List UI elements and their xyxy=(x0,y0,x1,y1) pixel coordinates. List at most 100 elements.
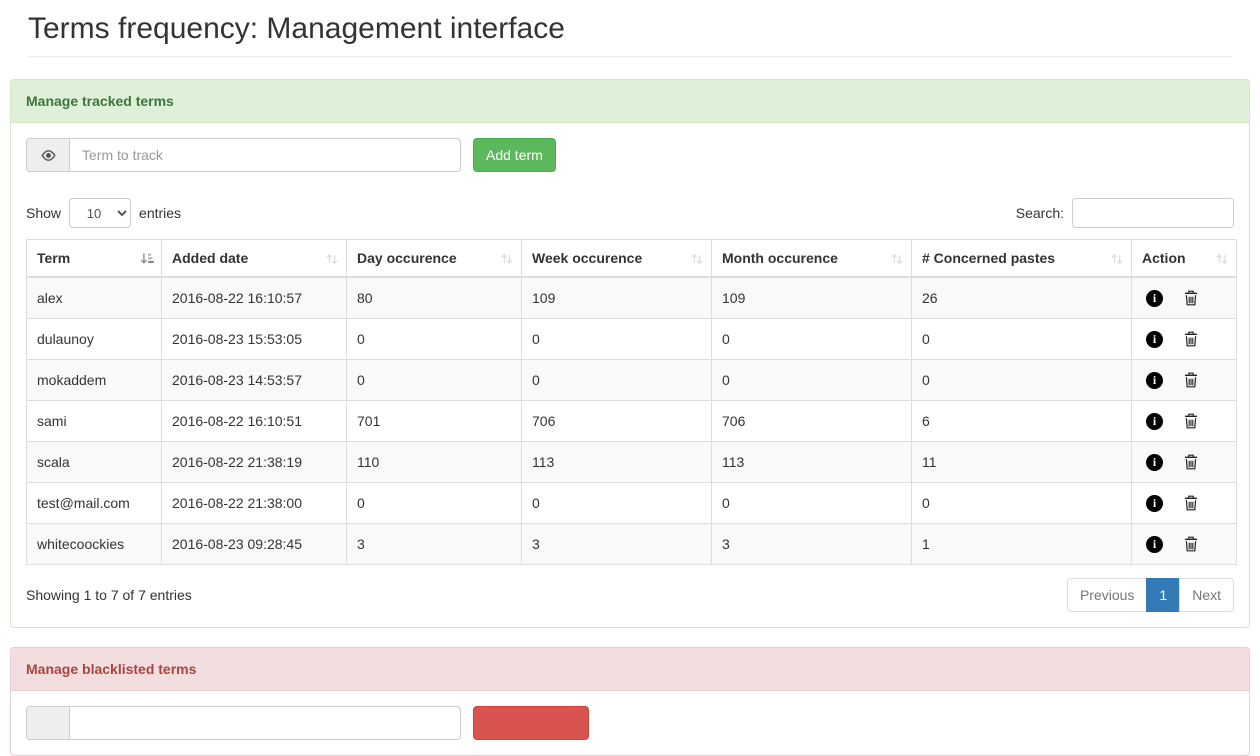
cell-added-date: 2016-08-23 15:53:05 xyxy=(162,319,347,360)
cell-day: 0 xyxy=(347,360,522,401)
eye-icon xyxy=(26,138,69,172)
cell-day: 110 xyxy=(347,442,522,483)
info-icon[interactable]: i xyxy=(1146,290,1163,307)
trash-icon[interactable] xyxy=(1184,536,1198,552)
search-input[interactable] xyxy=(1072,198,1234,228)
cell-pastes: 11 xyxy=(912,442,1132,483)
table-row: mokaddem 2016-08-23 14:53:57 0 0 0 0 i xyxy=(27,360,1237,401)
column-header-concerned-pastes[interactable]: # Concerned pastes xyxy=(912,240,1132,278)
cell-pastes: 0 xyxy=(912,483,1132,524)
entries-label: entries xyxy=(139,205,181,221)
sort-both-icon xyxy=(690,251,704,271)
add-term-button[interactable]: Add term xyxy=(473,138,556,172)
action-cell: i xyxy=(1142,372,1226,389)
cell-month: 113 xyxy=(712,442,912,483)
cell-week: 706 xyxy=(522,401,712,442)
cell-week: 0 xyxy=(522,319,712,360)
entries-length-control: Show 10 entries xyxy=(26,198,181,228)
cell-term: alex xyxy=(27,277,162,319)
action-cell: i xyxy=(1142,495,1226,512)
cell-month: 109 xyxy=(712,277,912,319)
info-icon[interactable]: i xyxy=(1146,536,1163,553)
info-icon[interactable]: i xyxy=(1146,413,1163,430)
cell-added-date: 2016-08-22 16:10:51 xyxy=(162,401,347,442)
info-icon[interactable]: i xyxy=(1146,372,1163,389)
cell-term: mokaddem xyxy=(27,360,162,401)
datatable-controls: Show 10 entries Search: xyxy=(26,198,1234,228)
cell-added-date: 2016-08-23 14:53:57 xyxy=(162,360,347,401)
cell-pastes: 0 xyxy=(912,360,1132,401)
cell-pastes: 1 xyxy=(912,524,1132,565)
column-header-action[interactable]: Action xyxy=(1132,240,1237,278)
tracked-panel-heading: Manage tracked terms xyxy=(11,80,1249,123)
cell-day: 0 xyxy=(347,319,522,360)
add-blacklist-button[interactable] xyxy=(473,706,589,740)
pagination: Previous 1 Next xyxy=(1067,578,1234,612)
sort-both-icon xyxy=(325,251,339,271)
cell-added-date: 2016-08-22 16:10:57 xyxy=(162,277,347,319)
trash-icon[interactable] xyxy=(1184,372,1198,388)
action-cell: i xyxy=(1142,454,1226,471)
entries-select[interactable]: 10 xyxy=(69,198,131,228)
sort-both-icon xyxy=(1215,251,1229,271)
page-title: Terms frequency: Management interface xyxy=(28,12,1232,46)
cell-added-date: 2016-08-22 21:38:00 xyxy=(162,483,347,524)
trash-icon[interactable] xyxy=(1184,413,1198,429)
trash-icon[interactable] xyxy=(1184,495,1198,511)
blacklist-term-input[interactable] xyxy=(69,706,461,740)
add-blacklist-row xyxy=(26,706,1234,740)
sort-both-icon xyxy=(890,251,904,271)
blacklist-panel-heading: Manage blacklisted terms xyxy=(11,648,1249,691)
cell-term: test@mail.com xyxy=(27,483,162,524)
table-row: scala 2016-08-22 21:38:19 110 113 113 11… xyxy=(27,442,1237,483)
add-term-row: Add term xyxy=(26,138,1234,172)
column-header-day-occurence[interactable]: Day occurence xyxy=(347,240,522,278)
trash-icon[interactable] xyxy=(1184,331,1198,347)
cell-month: 0 xyxy=(712,319,912,360)
blacklist-input-group xyxy=(26,706,461,740)
cell-pastes: 26 xyxy=(912,277,1132,319)
sort-both-icon xyxy=(500,251,514,271)
info-icon[interactable]: i xyxy=(1146,454,1163,471)
show-label: Show xyxy=(26,205,61,221)
info-icon[interactable]: i xyxy=(1146,495,1163,512)
cell-day: 701 xyxy=(347,401,522,442)
action-cell: i xyxy=(1142,331,1226,348)
cell-day: 3 xyxy=(347,524,522,565)
cell-term: scala xyxy=(27,442,162,483)
column-header-term[interactable]: Term xyxy=(27,240,162,278)
column-header-week-occurence[interactable]: Week occurence xyxy=(522,240,712,278)
cell-added-date: 2016-08-23 09:28:45 xyxy=(162,524,347,565)
pagination-previous[interactable]: Previous xyxy=(1067,578,1147,612)
blacklisted-terms-panel: Manage blacklisted terms xyxy=(10,647,1250,756)
action-cell: i xyxy=(1142,290,1226,307)
action-cell: i xyxy=(1142,536,1226,553)
pagination-page-1[interactable]: 1 xyxy=(1146,578,1180,612)
term-to-track-input[interactable] xyxy=(69,138,461,172)
trash-icon[interactable] xyxy=(1184,290,1198,306)
table-row: test@mail.com 2016-08-22 21:38:00 0 0 0 … xyxy=(27,483,1237,524)
info-icon[interactable]: i xyxy=(1146,331,1163,348)
table-row: sami 2016-08-22 16:10:51 701 706 706 6 i xyxy=(27,401,1237,442)
cell-month: 706 xyxy=(712,401,912,442)
cell-week: 113 xyxy=(522,442,712,483)
cell-week: 0 xyxy=(522,360,712,401)
cell-week: 3 xyxy=(522,524,712,565)
sort-asc-icon xyxy=(140,251,154,271)
pagination-next[interactable]: Next xyxy=(1179,578,1234,612)
tracked-terms-panel: Manage tracked terms Add term Show xyxy=(10,79,1250,628)
blacklist-panel-body xyxy=(11,691,1249,755)
trash-icon[interactable] xyxy=(1184,454,1198,470)
column-header-added-date[interactable]: Added date xyxy=(162,240,347,278)
action-cell: i xyxy=(1142,413,1226,430)
column-header-month-occurence[interactable]: Month occurence xyxy=(712,240,912,278)
search-control: Search: xyxy=(1016,198,1234,228)
title-divider xyxy=(28,56,1232,57)
cell-term: whitecoockies xyxy=(27,524,162,565)
cell-pastes: 6 xyxy=(912,401,1132,442)
cell-week: 0 xyxy=(522,483,712,524)
datatable-footer: Showing 1 to 7 of 7 entries Previous 1 N… xyxy=(26,578,1234,612)
cell-day: 0 xyxy=(347,483,522,524)
tracked-terms-table: Term xyxy=(26,239,1237,565)
table-info-text: Showing 1 to 7 of 7 entries xyxy=(26,587,192,603)
